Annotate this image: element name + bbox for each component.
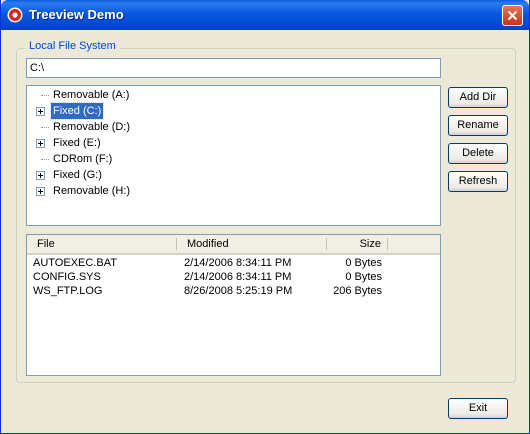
file-size: 0 Bytes [345,257,382,269]
list-header: File Modified Size [27,235,440,255]
expand-icon[interactable] [36,139,45,148]
expand-icon[interactable] [36,171,45,180]
delete-button[interactable]: Delete [448,143,508,164]
column-header-modified[interactable]: Modified [181,235,235,253]
group-box-label: Local File System [25,40,120,52]
path-field[interactable]: C:\ [26,58,441,78]
tree-item-label[interactable]: Fixed (E:) [51,135,103,151]
file-name: WS_FTP.LOG [33,285,103,297]
title-bar[interactable]: Treeview Demo [1,0,529,30]
expand-icon[interactable] [36,187,45,196]
list-item[interactable]: AUTOEXEC.BAT 2/14/2006 8:34:11 PM 0 Bytes [27,256,440,270]
column-divider[interactable] [176,238,177,250]
file-size: 0 Bytes [345,271,382,283]
tree-item-label[interactable]: Removable (D:) [51,119,132,135]
window-title: Treeview Demo [29,7,124,22]
tree-item-label[interactable]: Fixed (G:) [51,167,104,183]
list-item[interactable]: CONFIG.SYS 2/14/2006 8:34:11 PM 0 Bytes [27,270,440,284]
file-name: CONFIG.SYS [33,271,101,283]
column-divider[interactable] [387,238,388,250]
tree-item-label[interactable]: CDRom (F:) [51,151,114,167]
tree-item-label[interactable]: Removable (A:) [51,87,131,103]
close-button[interactable] [502,5,523,26]
rename-button[interactable]: Rename [448,115,508,136]
window: Treeview Demo Local File System C:\ Remo… [0,0,530,434]
tree-item-label[interactable]: Removable (H:) [51,183,132,199]
tree-item-label[interactable]: Fixed (C:) [49,102,105,120]
list-item[interactable]: WS_FTP.LOG 8/26/2008 5:25:19 PM 206 Bytes [27,284,440,298]
tree-connector [41,127,49,128]
add-dir-button[interactable]: Add Dir [448,87,508,108]
column-header-file[interactable]: File [31,235,61,253]
app-icon [7,7,23,23]
column-header-size[interactable]: Size [327,235,387,253]
refresh-button[interactable]: Refresh [448,171,508,192]
close-icon [507,10,518,21]
drive-tree[interactable]: Removable (A:) Fixed (C:) Removable (D:) Fi… [26,85,441,226]
tree-connector [41,95,49,96]
expand-icon[interactable] [36,107,45,116]
file-modified: 2/14/2006 8:34:11 PM [184,271,292,283]
file-size: 206 Bytes [333,285,382,297]
file-modified: 8/26/2008 5:25:19 PM [184,285,293,297]
file-modified: 2/14/2006 8:34:11 PM [184,257,292,269]
file-list[interactable]: File Modified Size AUTOEXEC.BAT 2/14/2006… [26,234,441,376]
file-name: AUTOEXEC.BAT [33,257,117,269]
exit-button[interactable]: Exit [448,398,508,419]
tree-connector [41,159,49,160]
